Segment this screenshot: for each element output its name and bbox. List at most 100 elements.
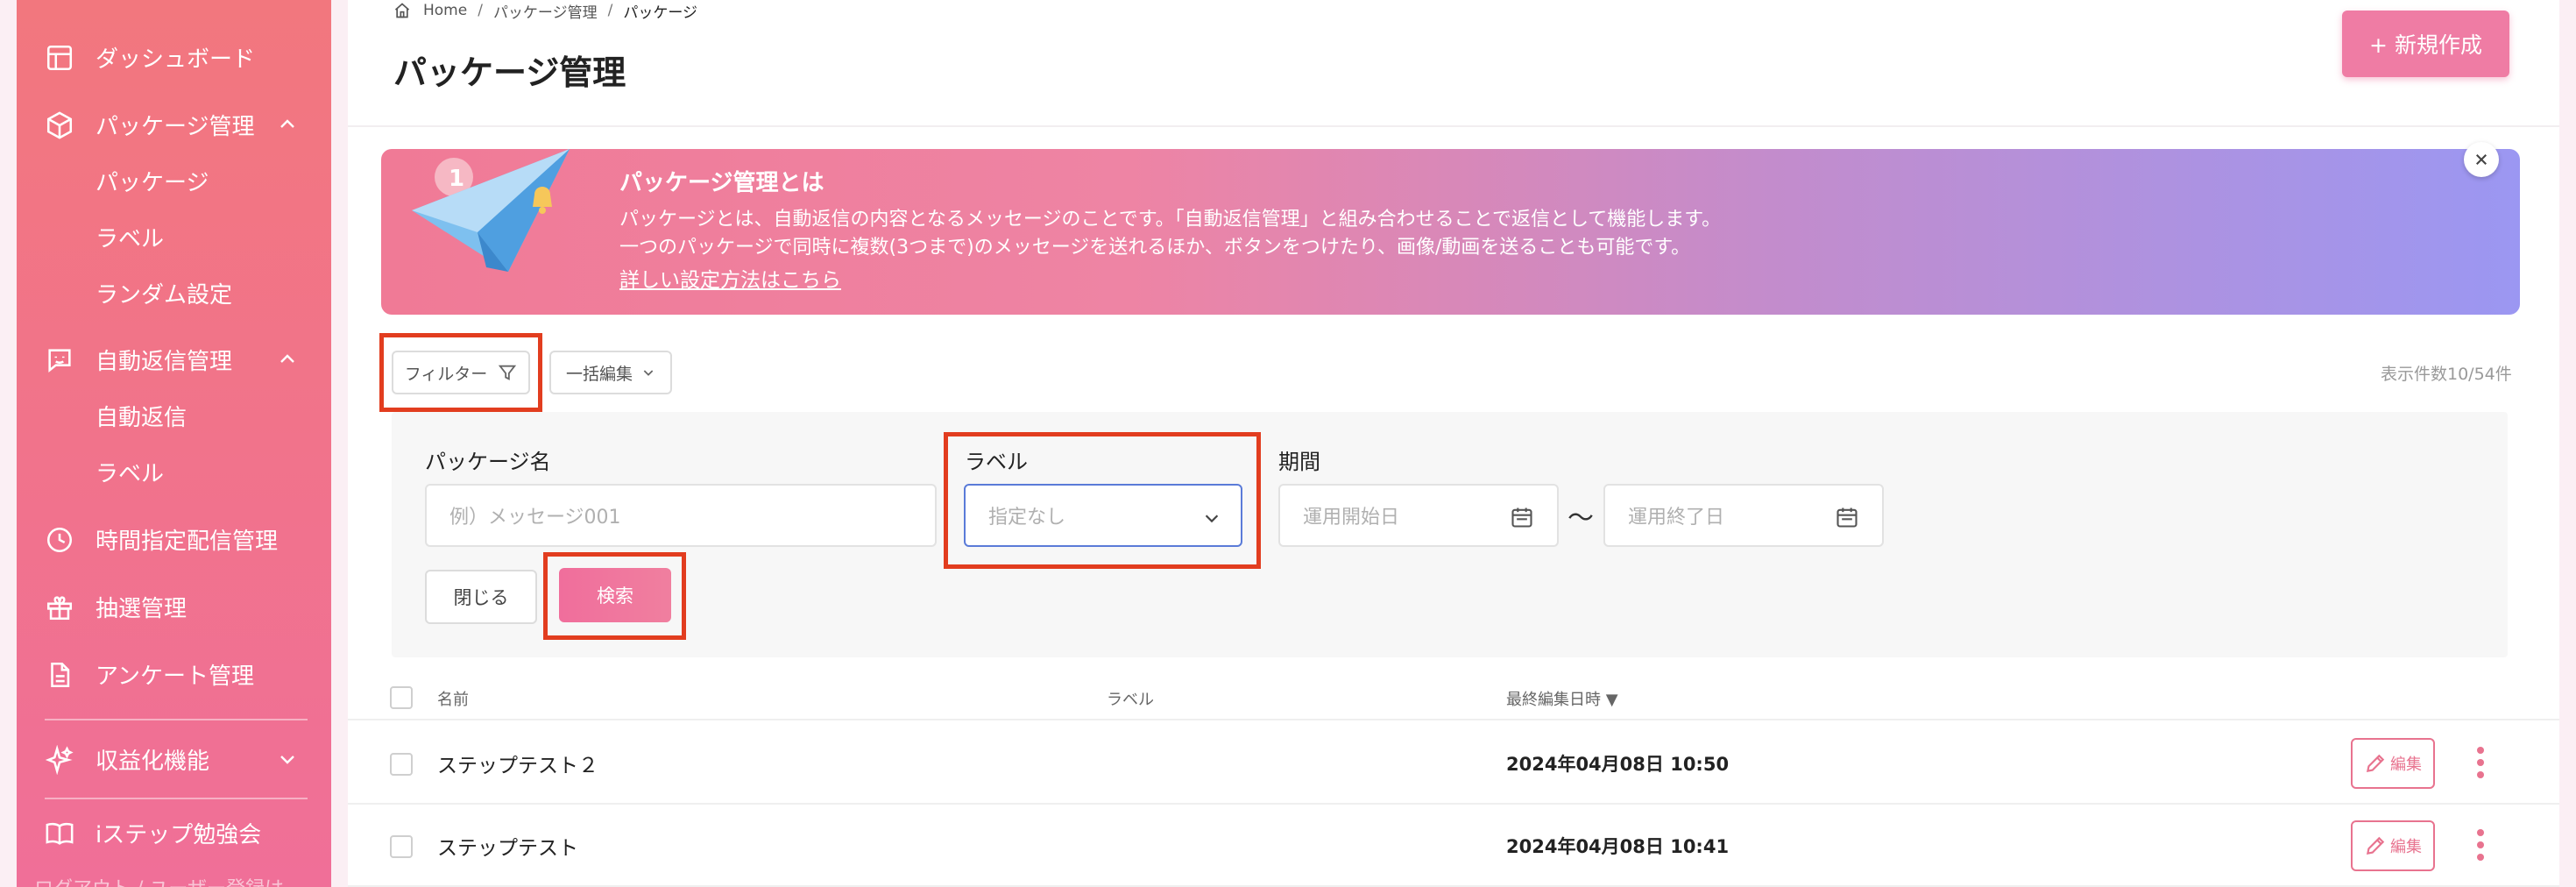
sidebar-subitem-autoreply-label[interactable]: ラベル bbox=[96, 454, 164, 489]
row-name[interactable]: ステップテスト２ bbox=[437, 749, 598, 778]
label-filter-label: ラベル bbox=[965, 450, 1028, 474]
banner-title: パッケージ管理とは bbox=[619, 170, 824, 196]
result-count: 表示件数10/54件 bbox=[2381, 365, 2512, 384]
bulk-edit-button[interactable]: 一括編集 bbox=[549, 351, 672, 394]
column-header-label[interactable]: ラベル bbox=[1107, 687, 1154, 710]
end-date-input[interactable]: 運用終了日 bbox=[1603, 484, 1884, 547]
chevron-down-icon bbox=[1205, 514, 1219, 523]
breadcrumb-current: パッケージ bbox=[623, 4, 698, 22]
sidebar-footer-text: ログアウト / ユーザー登録は bbox=[34, 873, 284, 887]
label-select-value: 指定なし bbox=[988, 507, 1066, 529]
row-updated: 2024年04月08日 10:41 bbox=[1506, 836, 1730, 857]
table-row: ステップテスト 2024年04月08日 10:41 編集 bbox=[348, 805, 2559, 887]
page-header: Home / パッケージ管理 / パッケージ パッケージ管理 + 新規作成 bbox=[348, 0, 2559, 127]
end-date-placeholder: 運用終了日 bbox=[1628, 507, 1725, 529]
sidebar-subitem-package[interactable]: パッケージ bbox=[96, 163, 209, 198]
sidebar-item-monetize[interactable]: 収益化機能 bbox=[17, 733, 331, 785]
close-filter-button[interactable]: 閉じる bbox=[425, 570, 537, 624]
banner-badge-number: 1 bbox=[449, 166, 464, 192]
info-banner: 1 パッケージ管理とは パッケージとは、自動返信の内容となるメッセージのことです… bbox=[381, 149, 2520, 315]
filter-button-label: フィルター bbox=[404, 364, 488, 384]
new-create-button[interactable]: + 新規作成 bbox=[2342, 11, 2509, 77]
book-icon bbox=[46, 822, 74, 845]
dashboard-icon bbox=[46, 45, 73, 71]
sidebar-item-package[interactable]: パッケージ管理 bbox=[17, 98, 331, 151]
chevron-up-icon[interactable] bbox=[277, 349, 298, 370]
main-content: Home / パッケージ管理 / パッケージ パッケージ管理 + 新規作成 1 … bbox=[348, 0, 2559, 887]
chat-icon bbox=[48, 349, 71, 373]
banner-close-button[interactable] bbox=[2464, 142, 2499, 177]
select-all-checkbox[interactable] bbox=[390, 686, 413, 709]
more-options-icon[interactable] bbox=[2475, 827, 2486, 862]
edit-button[interactable]: 編集 bbox=[2351, 738, 2435, 789]
sidebar-item-label: アンケート管理 bbox=[96, 663, 254, 690]
sidebar-item-label: 抽選管理 bbox=[96, 595, 188, 622]
package-name-input[interactable]: 例）メッセージ001 bbox=[425, 484, 937, 547]
breadcrumb-separator: / bbox=[607, 2, 613, 19]
edit-label: 編集 bbox=[2390, 838, 2422, 856]
sidebar-item-label: 収益化機能 bbox=[96, 748, 210, 775]
sidebar-item-scheduled[interactable]: 時間指定配信管理 bbox=[17, 513, 331, 565]
table-row: ステップテスト２ 2024年04月08日 10:50 編集 bbox=[348, 722, 2559, 805]
sidebar-item-dashboard[interactable]: ダッシュボード bbox=[17, 31, 331, 83]
bulk-edit-label: 一括編集 bbox=[565, 364, 633, 384]
sidebar-subitem-autoreply[interactable]: 自動返信 bbox=[96, 398, 187, 433]
start-date-placeholder: 運用開始日 bbox=[1303, 507, 1400, 529]
sidebar-item-label: パッケージ管理 bbox=[96, 113, 255, 140]
row-updated: 2024年04月08日 10:50 bbox=[1506, 754, 1730, 775]
paper-plane-icon: 1 bbox=[412, 149, 570, 272]
sidebar-subitem-label[interactable]: ラベル bbox=[96, 219, 164, 254]
clock-icon bbox=[46, 527, 73, 553]
sparkle-icon bbox=[45, 745, 74, 775]
breadcrumb-separator: / bbox=[478, 2, 483, 19]
column-header-updated[interactable]: 最終編集日時 ▼ bbox=[1506, 687, 1618, 710]
column-header-name[interactable]: 名前 bbox=[437, 687, 469, 710]
row-checkbox[interactable] bbox=[390, 835, 413, 858]
page-title: パッケージ管理 bbox=[393, 53, 626, 92]
calendar-icon[interactable] bbox=[1510, 505, 1534, 529]
pencil-icon bbox=[2366, 754, 2385, 773]
start-date-input[interactable]: 運用開始日 bbox=[1278, 484, 1559, 547]
banner-text-line1: パッケージとは、自動返信の内容となるメッセージのことです。「自動返信管理」と組み… bbox=[619, 209, 1722, 231]
sidebar-item-label: 自動返信管理 bbox=[96, 348, 233, 375]
chevron-down-icon bbox=[643, 370, 654, 376]
sidebar-item-lottery[interactable]: 抽選管理 bbox=[17, 580, 331, 633]
row-name[interactable]: ステップテスト bbox=[437, 831, 578, 861]
banner-text-line2: 一つのパッケージで同時に複数(3つまで)のメッセージを送れるほか、ボタンをつけた… bbox=[619, 237, 1691, 259]
chevron-up-icon[interactable] bbox=[277, 114, 298, 135]
chevron-down-icon[interactable] bbox=[277, 749, 298, 770]
sidebar-item-autoreply[interactable]: 自動返信管理 bbox=[17, 333, 331, 386]
sidebar-divider bbox=[45, 719, 308, 720]
sidebar-item-study[interactable]: iステップ勉強会 bbox=[17, 806, 331, 859]
filter-button[interactable]: フィルター bbox=[392, 351, 530, 394]
sidebar: ダッシュボード パッケージ管理 パッケージ ラベル ランダム設定 自動返信管理 … bbox=[17, 0, 331, 887]
sidebar-item-label: ダッシュボード bbox=[96, 46, 256, 73]
package-name-label: パッケージ名 bbox=[425, 450, 551, 474]
sidebar-divider bbox=[45, 798, 308, 799]
row-checkbox[interactable] bbox=[390, 753, 413, 776]
more-options-icon[interactable] bbox=[2475, 745, 2486, 780]
close-icon bbox=[2476, 154, 2487, 165]
document-icon bbox=[51, 662, 70, 688]
breadcrumb: Home / パッケージ管理 / パッケージ bbox=[393, 0, 698, 22]
sidebar-item-label: 時間指定配信管理 bbox=[96, 528, 279, 555]
filter-icon bbox=[499, 365, 517, 380]
banner-help-link[interactable]: 詳しい設定方法はこちら bbox=[619, 263, 841, 293]
pencil-icon bbox=[2366, 836, 2385, 855]
gift-icon bbox=[46, 596, 73, 621]
table-header: 名前 ラベル 最終編集日時 ▼ bbox=[348, 675, 2559, 720]
search-button[interactable]: 検索 bbox=[559, 568, 671, 622]
breadcrumb-home[interactable]: Home bbox=[423, 2, 467, 19]
edit-label: 編集 bbox=[2390, 756, 2422, 774]
period-tilde: 〜 bbox=[1568, 503, 1594, 534]
edit-button[interactable]: 編集 bbox=[2351, 820, 2435, 871]
home-icon[interactable] bbox=[393, 2, 411, 19]
breadcrumb-parent[interactable]: パッケージ管理 bbox=[493, 0, 598, 22]
package-icon bbox=[46, 111, 73, 139]
period-label: 期間 bbox=[1278, 450, 1320, 474]
label-select[interactable]: 指定なし bbox=[964, 484, 1242, 547]
sidebar-item-label: iステップ勉強会 bbox=[96, 821, 262, 848]
calendar-icon[interactable] bbox=[1835, 505, 1859, 529]
sidebar-subitem-random[interactable]: ランダム設定 bbox=[96, 275, 232, 310]
sidebar-item-survey[interactable]: アンケート管理 bbox=[17, 648, 331, 700]
